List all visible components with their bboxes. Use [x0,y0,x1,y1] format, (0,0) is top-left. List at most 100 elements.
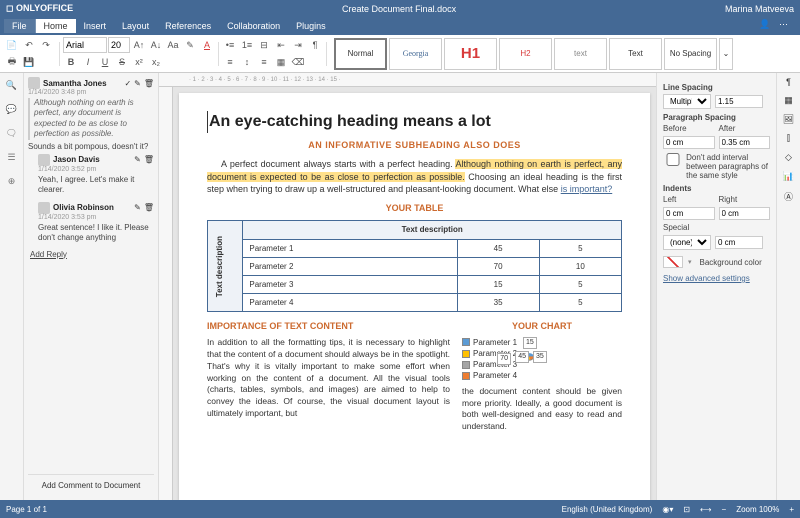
fit-width-icon[interactable]: ⟷ [700,505,711,514]
save-icon[interactable]: 💾 [21,54,37,70]
style-expand-icon[interactable]: ⌄ [719,38,733,70]
comment-thread[interactable]: Samantha Jones ✓ ✎ 🗑 1/14/2020 3:48 pm A… [28,77,154,259]
doc-paragraph[interactable]: In addition to all the formatting tips, … [207,337,450,420]
table-title[interactable]: YOUR TABLE [207,202,622,215]
section-heading[interactable]: IMPORTANCE OF TEXT CONTENT [207,320,450,333]
zoom-level[interactable]: Zoom 100% [736,505,779,514]
line-spacing-mode[interactable]: Multiple [663,94,711,109]
italic-icon[interactable]: I [80,54,96,70]
tab-references[interactable]: References [157,19,219,33]
style-text[interactable]: Text [609,38,662,70]
clear-style-icon[interactable]: ⌫ [290,54,306,70]
chart-icon[interactable]: 📊 [783,171,794,182]
doc-heading-1[interactable]: An eye-catching heading means a lot [207,111,622,133]
table-icon[interactable]: ▦ [784,95,793,106]
delete-icon[interactable]: 🗑 [144,79,154,88]
parameter-table[interactable]: Text descriptionText description Paramet… [207,220,622,312]
superscript-icon[interactable]: x² [131,54,147,70]
track-changes-icon[interactable]: ◉▾ [662,505,673,514]
spacing-before[interactable] [663,136,715,149]
search-icon[interactable]: ⋯ [779,19,793,33]
redo-icon[interactable]: ↷ [38,37,54,53]
copy-icon[interactable]: 📄 [4,37,20,53]
ruler-horizontal[interactable]: · 1 · 2 · 3 · 4 · 5 · 6 · 7 · 8 · 9 · 10… [159,73,656,87]
undo-icon[interactable]: ↶ [21,37,37,53]
tab-layout[interactable]: Layout [114,19,157,33]
no-interval-checkbox[interactable] [663,153,683,166]
style-h1[interactable]: H1 [444,38,497,70]
pie-chart[interactable]: 45 35 15 70 [523,351,535,367]
current-user[interactable]: Marina Matveeva [725,4,794,14]
subscript-icon[interactable]: x₂ [148,54,164,70]
font-color-icon[interactable]: A [199,37,215,53]
comments-icon[interactable]: 💬 [4,101,20,117]
bullets-icon[interactable]: •≡ [222,37,238,53]
resolve-icon[interactable]: ✓ [124,79,131,88]
tab-home[interactable]: Home [36,19,76,33]
add-reply-link[interactable]: Add Reply [30,250,154,259]
highlight-color-icon[interactable]: ✎ [182,37,198,53]
spacing-after[interactable] [719,136,771,149]
underline-icon[interactable]: U [97,54,113,70]
increase-font-icon[interactable]: A↑ [131,37,147,53]
shading-icon[interactable]: ▦ [273,54,289,70]
style-h2[interactable]: H2 [499,38,552,70]
search-icon[interactable]: 🔍 [4,77,20,93]
page-indicator[interactable]: Page 1 of 1 [6,505,47,514]
nav-icon[interactable]: ☰ [4,149,20,165]
bgcolor-swatch[interactable] [663,256,683,268]
style-georgia[interactable]: Georgia [389,38,442,70]
language-selector[interactable]: English (United Kingdom) [562,505,653,514]
zoom-out-icon[interactable]: − [722,505,727,514]
special-indent-value[interactable] [715,236,763,249]
decrease-font-icon[interactable]: A↓ [148,37,164,53]
doc-paragraph[interactable]: A perfect document always starts with a … [207,158,622,196]
edit-icon[interactable]: ✎ [134,79,141,88]
line-spacing-icon[interactable]: ↕ [239,54,255,70]
textart-icon[interactable]: Ⓐ [784,190,793,203]
style-text-lc[interactable]: text [554,38,607,70]
delete-icon[interactable]: 🗑 [144,155,154,164]
print-icon[interactable]: 🖶 [4,54,20,70]
special-indent-mode[interactable]: (none) [663,235,711,250]
style-nospacing[interactable]: No Spacing [664,38,717,70]
zoom-in-icon[interactable]: + [789,505,794,514]
paragraph-icon[interactable]: ¶ [786,77,791,87]
numbering-icon[interactable]: 1≡ [239,37,255,53]
page-canvas[interactable]: An eye-catching heading means a lot AN I… [179,93,650,500]
font-family-select[interactable] [63,37,107,53]
tab-plugins[interactable]: Plugins [288,19,334,33]
dec-indent-icon[interactable]: ⇤ [273,37,289,53]
advanced-settings-link[interactable]: Show advanced settings [663,274,770,283]
tab-insert[interactable]: Insert [76,19,115,33]
fit-page-icon[interactable]: ⊡ [683,505,690,514]
inc-indent-icon[interactable]: ⇥ [290,37,306,53]
indent-left[interactable] [663,207,715,220]
image-icon[interactable]: 🖼 [783,114,794,125]
user-icon[interactable]: 👤 [759,19,773,33]
add-comment-button[interactable]: Add Comment to Document [28,474,154,496]
align-left-icon[interactable]: ≡ [222,54,238,70]
para-spacing-icon[interactable]: ≡ [256,54,272,70]
tab-collaboration[interactable]: Collaboration [219,19,288,33]
line-spacing-value[interactable] [715,95,763,108]
doc-heading-2[interactable]: AN INFORMATIVE SUBHEADING ALSO DOES [207,139,622,152]
chat-icon[interactable]: 🗨 [4,125,20,141]
file-menu[interactable]: File [4,19,36,33]
edit-icon[interactable]: ✎ [134,203,141,212]
ruler-vertical[interactable] [159,87,173,500]
font-size-select[interactable] [108,37,130,53]
edit-icon[interactable]: ✎ [134,155,141,164]
change-case-icon[interactable]: Aa [165,37,181,53]
bold-icon[interactable]: B [63,54,79,70]
feedback-icon[interactable]: ⊕ [4,173,20,189]
delete-icon[interactable]: 🗑 [144,203,154,212]
style-normal[interactable]: Normal [334,38,387,70]
header-icon[interactable]: ⫿ [787,133,790,144]
indent-right[interactable] [719,207,771,220]
doc-paragraph[interactable]: the document content should be given mor… [462,386,622,434]
pilcrow-icon[interactable]: ¶ [307,37,323,53]
multilevel-icon[interactable]: ⊟ [256,37,272,53]
strike-icon[interactable]: S [114,54,130,70]
shape-icon[interactable]: ◇ [785,152,792,163]
